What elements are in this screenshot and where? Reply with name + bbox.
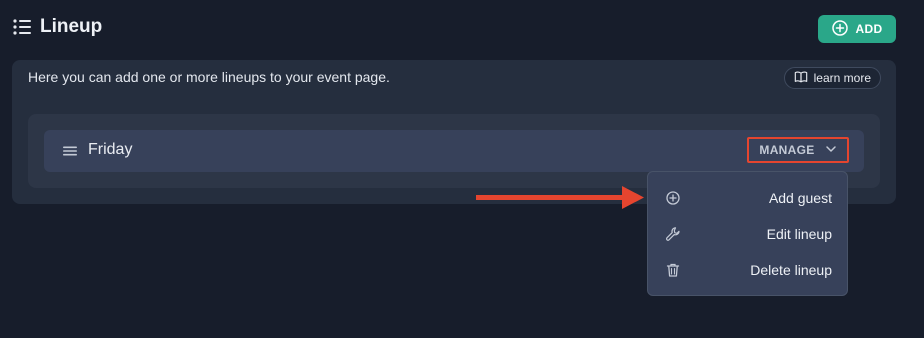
- wrench-icon: [665, 226, 681, 242]
- chevron-down-icon: [825, 143, 837, 158]
- add-lineup-button[interactable]: ADD: [818, 15, 896, 43]
- title-group: Lineup: [12, 16, 102, 38]
- menu-item-label: Edit lineup: [766, 226, 832, 242]
- book-icon: [794, 70, 808, 87]
- menu-item-delete-lineup[interactable]: Delete lineup: [648, 254, 847, 286]
- menu-item-label: Delete lineup: [750, 262, 832, 278]
- learn-more-label: learn more: [813, 71, 871, 85]
- drag-handle-icon[interactable]: [62, 143, 78, 159]
- menu-item-label: Add guest: [768, 190, 832, 206]
- trash-icon: [665, 262, 681, 278]
- lineup-name: Friday: [88, 141, 133, 158]
- learn-more-button[interactable]: learn more: [783, 67, 881, 89]
- page-header: Lineup ADD: [12, 14, 896, 46]
- lineup-row[interactable]: Friday MANAGE: [44, 130, 864, 172]
- manage-button[interactable]: MANAGE: [747, 137, 849, 163]
- annotation-arrow-icon: [476, 186, 644, 209]
- intro-text: Here you can add one or more lineups to …: [28, 69, 390, 85]
- plus-circle-icon: [831, 19, 848, 39]
- menu-item-add-guest[interactable]: Add guest: [648, 182, 847, 214]
- list-icon: [12, 17, 32, 37]
- manage-button-label: MANAGE: [759, 143, 815, 157]
- manage-dropdown-menu: Add guest Edit lineup Delete lineup: [647, 171, 848, 296]
- add-button-label: ADD: [855, 22, 883, 36]
- plus-circle-icon: [665, 190, 681, 206]
- menu-item-edit-lineup[interactable]: Edit lineup: [648, 218, 847, 250]
- page-title: Lineup: [40, 16, 103, 37]
